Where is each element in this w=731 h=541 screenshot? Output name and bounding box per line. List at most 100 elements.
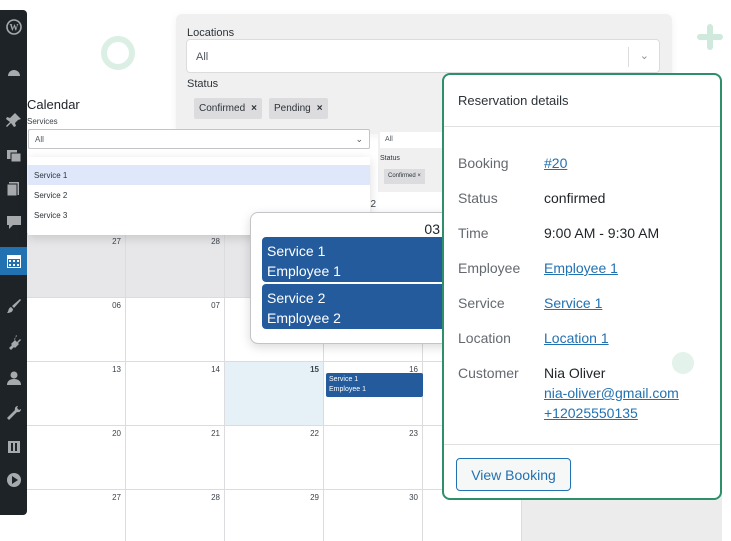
event-employee: Employee 1 [329,386,366,393]
employee-label: Employee [458,260,521,276]
employee-link[interactable]: Employee 1 [544,260,618,276]
svg-text:W: W [9,23,18,33]
remove-tag-icon[interactable]: × [317,103,323,114]
decorative-plus-icon [697,24,723,50]
calendar-day-cell[interactable]: 14 [126,362,225,426]
select-separator [628,47,629,67]
calendar-day-cell[interactable]: 28 [126,234,225,298]
play-icon[interactable] [0,467,27,493]
event-service: Service 1 [329,376,359,383]
mini-filter-panel: All Status Confirmed × [378,128,448,192]
calendar-day-cell[interactable]: 23 [324,426,423,490]
pages-icon[interactable] [0,176,27,202]
status-label: Status [458,190,498,206]
appearance-icon[interactable] [0,293,27,319]
users-icon[interactable] [0,365,27,391]
popover-event[interactable]: Service 1 Employee 1 [262,237,446,282]
comments-icon[interactable] [0,209,27,235]
day-number: 28 [211,237,220,246]
calendar-icon[interactable] [0,247,27,275]
calendar-event[interactable]: Service 1 Employee 1 [326,373,423,397]
calendar-day-cell[interactable]: 06 [27,298,126,362]
plugins-icon[interactable] [0,329,27,355]
locations-value: All [196,51,209,63]
tag-label: Pending [274,103,311,114]
decorative-ring [101,36,135,70]
mini-status-tag[interactable]: Confirmed × [384,169,425,184]
status-tag-pending: Pending × [269,98,328,119]
divider [444,126,720,127]
calendar-day-cell[interactable]: 20 [27,426,126,490]
day-number: 27 [112,493,121,502]
tools-icon[interactable] [0,400,27,426]
service-label: Service [458,295,505,311]
day-number: 06 [112,301,121,310]
day-number: 22 [310,429,319,438]
calendar-day-cell[interactable]: 30 [324,490,423,541]
media-icon[interactable] [0,142,27,168]
customer-phone-link[interactable]: +12025550135 [544,405,638,421]
wordpress-icon[interactable]: W [0,14,27,40]
event-service: Service 1 [267,243,326,259]
decorative-dot [672,352,694,374]
day-number: 13 [112,365,121,374]
calendar-day-cell[interactable]: 15 [225,362,324,426]
event-employee: Employee 2 [267,310,341,326]
services-select[interactable]: All ⌄ [28,129,370,149]
tag-label: Confirmed [199,103,246,114]
services-value: All [35,135,44,144]
day-number: 07 [211,301,220,310]
dashboard-icon[interactable] [0,60,27,86]
view-booking-button[interactable]: View Booking [456,458,571,491]
time-value: 9:00 AM - 9:30 AM [544,225,660,241]
day-number: 28 [211,493,220,502]
settings-icon[interactable] [0,434,27,460]
time-label: Time [458,225,489,241]
chevron-down-icon[interactable]: ⌄ [640,49,649,62]
reservation-details-panel: Reservation details Booking #20 Status c… [442,73,722,500]
dropdown-option-service-2[interactable]: Service 2 [28,185,370,205]
day-number: 20 [112,429,121,438]
calendar-day-cell[interactable]: 27 [27,234,126,298]
dropdown-option-service-1[interactable]: Service 1 [28,165,370,185]
calendar-day-cell[interactable]: 29 [225,490,324,541]
booking-link[interactable]: #20 [544,155,567,171]
locations-select[interactable]: All ⌄ [186,39,660,73]
day-number: 14 [211,365,220,374]
popover-day: 03 [424,221,440,237]
chevron-down-icon[interactable]: ⌄ [355,134,363,145]
booking-label: Booking [458,155,509,171]
divider [444,444,720,445]
mini-location-select[interactable]: All [380,132,448,148]
remove-tag-icon[interactable]: × [251,103,257,114]
mini-status-label: Status [380,155,400,162]
calendar-title: Calendar [27,97,80,112]
day-number: 23 [409,429,418,438]
pin-icon[interactable] [0,107,27,133]
event-employee: Employee 1 [267,263,341,279]
location-link[interactable]: Location 1 [544,330,609,346]
calendar-day-cell[interactable]: 27 [27,490,126,541]
calendar-day-cell[interactable]: 13 [27,362,126,426]
location-label: Location [458,330,511,346]
day-number: 29 [310,493,319,502]
customer-label: Customer [458,365,519,381]
calendar-day-cell[interactable]: 21 [126,426,225,490]
day-number: 15 [310,365,319,374]
day-number: 30 [409,493,418,502]
customer-email-link[interactable]: nia-oliver@gmail.com [544,385,679,401]
calendar-day-cell[interactable]: 22 [225,426,324,490]
admin-sidebar: W [0,10,27,515]
services-label: Services [27,117,58,126]
service-link[interactable]: Service 1 [544,295,602,311]
popover-event[interactable]: Service 2 Employee 2 [262,284,446,329]
locations-label: Locations [187,27,235,39]
event-service: Service 2 [267,290,326,306]
status-tag-confirmed: Confirmed × [194,98,262,119]
calendar-day-cell[interactable]: 28 [126,490,225,541]
day-popover: 03 Service 1 Employee 1 Service 2 Employ… [250,212,456,344]
day-number: 21 [211,429,220,438]
calendar-day-cell[interactable]: 07 [126,298,225,362]
customer-name: Nia Oliver [544,365,606,381]
status-label: Status [187,78,219,90]
